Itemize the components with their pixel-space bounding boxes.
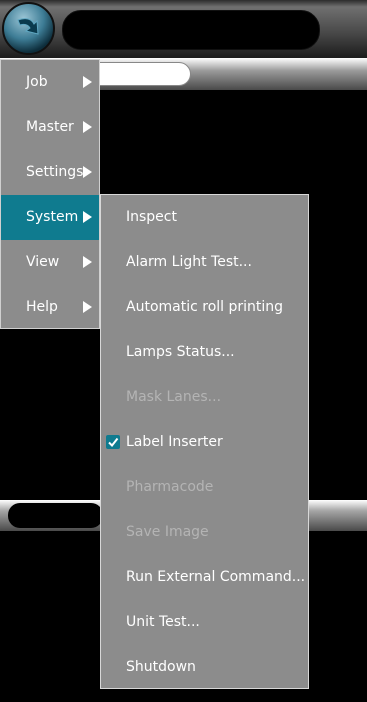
triangle-right-icon: [83, 301, 92, 313]
checkmark-icon: [106, 435, 120, 449]
menu-item-view[interactable]: View: [1, 240, 99, 285]
menu-item-label: System: [26, 209, 79, 225]
submenu-item-label: Shutdown: [126, 659, 196, 675]
triangle-right-icon: [83, 121, 92, 133]
submenu-item-label: Label Inserter: [126, 434, 223, 450]
submenu-item-label: Inspect: [126, 209, 177, 225]
menu-item-label: Help: [26, 299, 58, 315]
menu-item-label: Settings: [26, 164, 84, 180]
submenu-item-label: Lamps Status...: [126, 344, 235, 360]
menu-item-label: View: [26, 254, 60, 270]
submenu-item-mask-lanes: Mask Lanes...: [101, 375, 308, 420]
triangle-right-icon: [83, 256, 92, 268]
triangle-right-icon: [83, 76, 92, 88]
submenu-item-pharmacode: Pharmacode: [101, 465, 308, 510]
menu-item-job[interactable]: Job: [1, 60, 99, 105]
submenu-item-automatic-roll-printing[interactable]: Automatic roll printing: [101, 285, 308, 330]
system-submenu: Inspect Alarm Light Test... Automatic ro…: [100, 194, 309, 689]
menu-item-settings[interactable]: Settings: [1, 150, 99, 195]
submenu-item-save-image: Save Image: [101, 510, 308, 555]
submenu-item-label: Pharmacode: [126, 479, 214, 495]
menu-item-label: Job: [26, 74, 48, 90]
secondary-field: [90, 62, 191, 86]
app-logo-icon[interactable]: [2, 2, 55, 55]
menu-item-label: Master: [26, 119, 74, 135]
menu-item-system[interactable]: System: [1, 195, 99, 240]
submenu-item-lamps-status[interactable]: Lamps Status...: [101, 330, 308, 375]
triangle-right-icon: [83, 211, 92, 223]
submenu-item-run-external-command[interactable]: Run External Command...: [101, 555, 308, 600]
menu-item-master[interactable]: Master: [1, 105, 99, 150]
submenu-item-label: Run External Command...: [126, 569, 306, 585]
submenu-item-label: Save Image: [126, 524, 209, 540]
submenu-item-label: Unit Test...: [126, 614, 200, 630]
lower-field: [8, 503, 103, 528]
submenu-item-alarm-light-test[interactable]: Alarm Light Test...: [101, 240, 308, 285]
main-menu: Job Master Settings System View Help: [0, 59, 100, 329]
top-display-field: [62, 10, 320, 50]
submenu-item-label: Alarm Light Test...: [126, 254, 252, 270]
triangle-right-icon: [83, 166, 92, 178]
submenu-item-inspect[interactable]: Inspect: [101, 195, 308, 240]
submenu-item-label: Automatic roll printing: [126, 299, 284, 315]
submenu-item-shutdown[interactable]: Shutdown: [101, 645, 308, 690]
submenu-item-label-inserter[interactable]: Label Inserter: [101, 420, 308, 465]
submenu-item-unit-test[interactable]: Unit Test...: [101, 600, 308, 645]
submenu-item-label: Mask Lanes...: [126, 389, 222, 405]
menu-item-help[interactable]: Help: [1, 285, 99, 330]
